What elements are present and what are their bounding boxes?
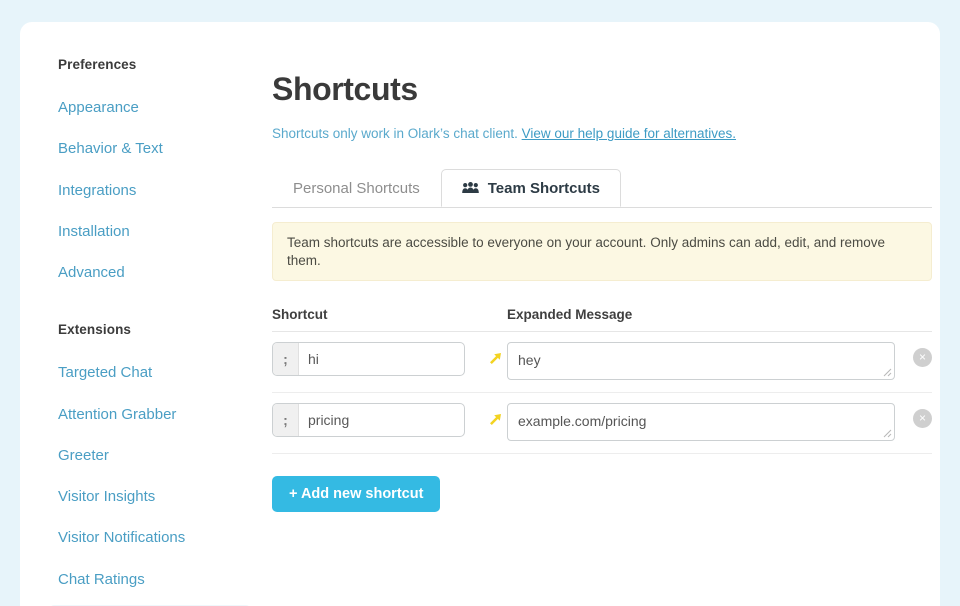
- settings-card: Preferences Appearance Behavior & Text I…: [20, 22, 940, 606]
- column-header-actions: [895, 307, 932, 322]
- shortcuts-tabs: Personal Shortcuts Team Shortcuts: [272, 168, 932, 209]
- table-row: ; hey ×: [272, 332, 932, 394]
- shortcut-input[interactable]: [299, 343, 464, 376]
- shortcut-input[interactable]: [299, 404, 464, 437]
- delete-shortcut-button[interactable]: ×: [913, 409, 932, 429]
- expands-to-arrow-icon: [482, 403, 507, 437]
- delete-shortcut-button[interactable]: ×: [913, 348, 932, 368]
- team-shortcuts-notice: Team shortcuts are accessible to everyon…: [272, 222, 932, 282]
- sidebar-item-chat-ratings[interactable]: Chat Ratings: [50, 564, 250, 595]
- table-row: ; example.com/pricing ×: [272, 393, 932, 455]
- expanded-message-input[interactable]: example.com/pricing: [507, 403, 895, 442]
- shortcuts-table-header: Shortcut Expanded Message: [272, 307, 932, 333]
- page-subtitle: Shortcuts only work in Olark’s chat clie…: [272, 125, 932, 144]
- shortcut-input-group[interactable]: ;: [272, 403, 465, 438]
- semicolon-prefix-icon: ;: [273, 404, 299, 437]
- sidebar-item-visitor-insights[interactable]: Visitor Insights: [50, 481, 250, 512]
- tab-personal-shortcuts[interactable]: Personal Shortcuts: [272, 169, 441, 207]
- column-header-expanded-message: Expanded Message: [507, 307, 633, 323]
- column-header-spacer: [482, 307, 507, 322]
- nav-group-title-preferences: Preferences: [58, 57, 137, 72]
- sidebar-item-advanced[interactable]: Advanced: [50, 257, 250, 288]
- semicolon-prefix-icon: ;: [273, 343, 299, 376]
- tab-personal-shortcuts-label: Personal Shortcuts: [293, 179, 420, 197]
- add-new-shortcut-button[interactable]: + Add new shortcut: [272, 476, 441, 513]
- sidebar-item-integrations[interactable]: Integrations: [50, 175, 250, 206]
- sidebar-item-targeted-chat[interactable]: Targeted Chat: [50, 357, 250, 388]
- shortcut-cell: ;: [272, 342, 482, 377]
- settings-sidebar: Preferences Appearance Behavior & Text I…: [50, 57, 250, 606]
- column-header-shortcut: Shortcut: [272, 307, 328, 323]
- sidebar-item-attention-grabber[interactable]: Attention Grabber: [50, 399, 250, 430]
- shortcut-cell: ;: [272, 403, 482, 438]
- row-actions-cell: ×: [895, 342, 932, 368]
- expanded-message-input[interactable]: hey: [507, 342, 895, 381]
- nav-group-title-extensions: Extensions: [58, 322, 132, 338]
- users-icon: [461, 182, 479, 194]
- sidebar-item-visitor-notifications[interactable]: Visitor Notifications: [50, 522, 250, 553]
- expanded-message-cell: hey: [507, 342, 895, 381]
- row-actions-cell: ×: [895, 403, 932, 429]
- expands-to-arrow-icon: [482, 342, 507, 376]
- expanded-message-cell: example.com/pricing: [507, 403, 895, 442]
- tab-team-shortcuts[interactable]: Team Shortcuts: [440, 169, 621, 208]
- sidebar-item-behavior-text[interactable]: Behavior & Text: [50, 133, 250, 164]
- main-content: Shortcuts Shortcuts only work in Olark’s…: [272, 52, 932, 513]
- subtitle-text: Shortcuts only work in Olark’s chat clie…: [272, 126, 518, 142]
- tab-team-shortcuts-label: Team Shortcuts: [487, 179, 600, 197]
- sidebar-item-installation[interactable]: Installation: [50, 216, 250, 247]
- help-guide-link[interactable]: View our help guide for alternatives.: [522, 126, 736, 141]
- sidebar-item-appearance[interactable]: Appearance: [50, 92, 250, 123]
- shortcut-input-group[interactable]: ;: [272, 342, 465, 377]
- sidebar-item-greeter[interactable]: Greeter: [50, 440, 250, 471]
- page-title: Shortcuts: [272, 71, 418, 107]
